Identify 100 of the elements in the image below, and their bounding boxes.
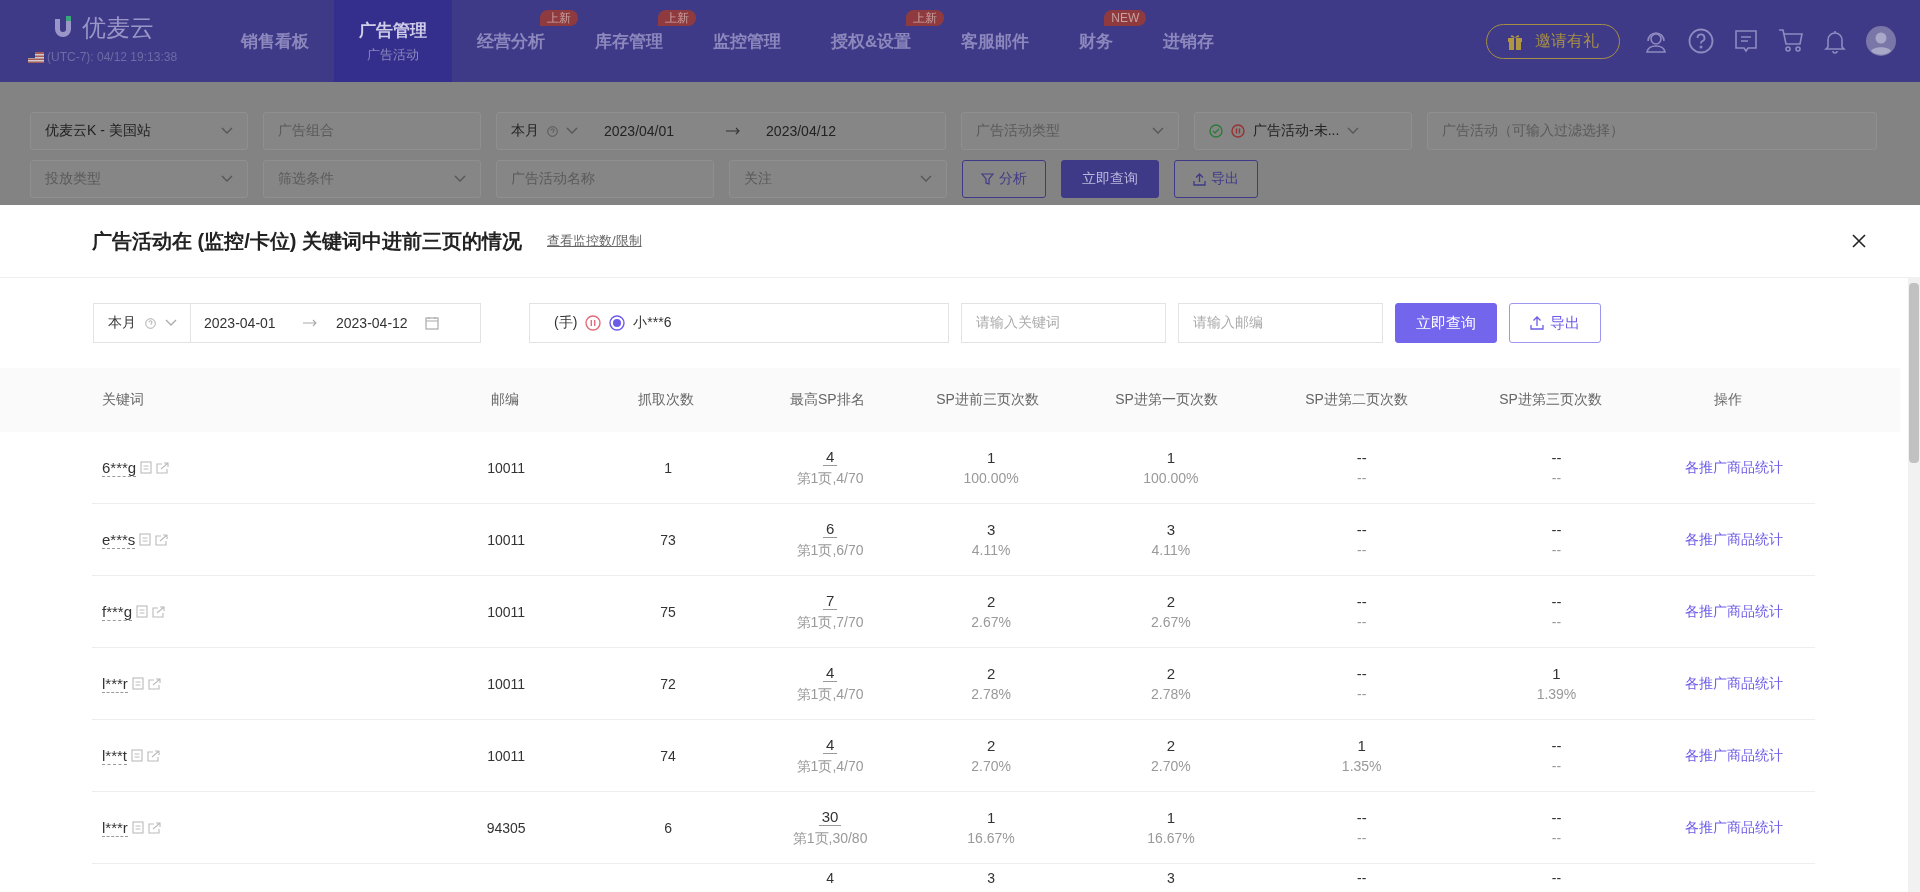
gift-icon (1507, 32, 1523, 50)
percent-value: 2.70% (1151, 758, 1191, 774)
copy-icon[interactable] (131, 821, 144, 834)
close-icon[interactable] (1852, 234, 1866, 248)
count-value: 2 (1166, 593, 1176, 610)
status-select[interactable]: 广告活动-未... (1194, 112, 1412, 150)
count-value: 2 (986, 737, 996, 754)
count-value: -- (1356, 593, 1367, 610)
nav-menu-item[interactable]: 监控管理 (688, 29, 806, 53)
table-cell: 72 (660, 675, 676, 692)
rank-value[interactable]: 4 (826, 870, 834, 886)
keyword-text[interactable]: 6***g (102, 458, 137, 477)
rank-value[interactable]: 4 (822, 735, 838, 754)
rank-detail: 第1页,4/70 (796, 685, 864, 704)
message-icon[interactable] (1734, 28, 1758, 54)
count-value: -- (1551, 809, 1562, 826)
nav-menu-item[interactable]: 进销存 (1138, 29, 1240, 53)
date-range-field[interactable]: 本月 2023/04/01 2023/04/12 (496, 112, 946, 150)
bell-icon[interactable] (1824, 28, 1846, 54)
keyword-text[interactable]: l***r (102, 818, 128, 837)
new-badge: 上新 (540, 10, 578, 26)
keyword-text[interactable]: l***r (102, 674, 128, 693)
column-header: SP进第三页次数 (1498, 391, 1603, 409)
count-value: -- (1551, 521, 1562, 538)
nav-menu-item[interactable]: 授权&设置 (806, 29, 937, 53)
logo-text: 优麦云 (82, 13, 154, 43)
product-stats-link[interactable]: 各推广商品统计 (1685, 674, 1784, 693)
product-stats-link[interactable]: 各推广商品统计 (1685, 818, 1784, 837)
product-stats-link[interactable]: 各推广商品统计 (1685, 530, 1784, 549)
copy-icon[interactable] (139, 533, 152, 546)
chevron-down-icon (221, 175, 233, 183)
percent-value: -- (1551, 830, 1562, 846)
nav-menu-item[interactable]: 广告管理 广告活动 (334, 0, 452, 82)
nav-menu-item[interactable]: 销售看板 (216, 29, 334, 53)
select-field[interactable]: 优麦云K - 美国站 (30, 112, 248, 150)
product-stats-link[interactable]: 各推广商品统计 (1685, 602, 1784, 621)
table-cell: 74 (660, 747, 676, 764)
share-icon[interactable] (156, 461, 170, 474)
analysis-button[interactable]: 分析 (962, 160, 1046, 198)
share-icon[interactable] (155, 533, 169, 546)
rank-value[interactable]: 30 (818, 807, 842, 826)
new-badge: 上新 (658, 10, 696, 26)
product-stats-link[interactable]: 各推广商品统计 (1685, 746, 1784, 765)
percent-value: 2.78% (971, 686, 1011, 702)
nav-menu-item[interactable]: 客服邮件 (936, 29, 1055, 53)
copy-icon[interactable] (136, 605, 149, 618)
copy-icon[interactable] (131, 749, 143, 762)
rank-value[interactable]: 6 (822, 519, 838, 538)
arrow-icon (303, 319, 317, 327)
share-icon[interactable] (147, 749, 160, 762)
keyword-text[interactable]: f***g (102, 602, 133, 621)
modal-title: 广告活动在 (监控/卡位) 关键词中进前三页的情况 (92, 228, 522, 254)
rank-detail: 第1页,4/70 (796, 469, 864, 488)
copy-icon[interactable] (131, 677, 144, 690)
share-icon[interactable] (147, 677, 161, 690)
share-icon[interactable] (152, 605, 166, 618)
column-header: SP进第二页次数 (1304, 391, 1409, 409)
percent-value: 1.35% (1341, 758, 1382, 774)
avatar-icon[interactable] (1866, 26, 1896, 56)
search-button[interactable]: 立即查询 (1061, 160, 1159, 198)
nav-menu-item[interactable]: 库存管理 (570, 29, 688, 53)
flag-icon (28, 51, 44, 63)
rank-value[interactable]: 4 (822, 447, 838, 466)
nav-menu-item[interactable]: 财务 (1054, 29, 1139, 53)
column-header: 邮编 (489, 391, 520, 409)
count-value: 1 (1166, 809, 1176, 826)
nav-menu-item[interactable]: 经营分析 (452, 29, 570, 53)
copy-icon[interactable] (140, 461, 153, 474)
rank-value[interactable]: 4 (822, 663, 838, 682)
keyword-text[interactable]: l***t (102, 746, 127, 765)
percent-value: -- (1551, 614, 1562, 630)
export-button[interactable]: 导出 (1509, 303, 1601, 343)
count-value: 2 (986, 593, 996, 610)
count-value: -- (1356, 665, 1367, 682)
campaign-field[interactable]: (手) 小***6 (529, 303, 949, 343)
keyword-text[interactable]: e***s (102, 530, 136, 549)
percent-value: -- (1551, 758, 1562, 774)
table-cell: 10011 (487, 747, 526, 764)
export-button[interactable]: 导出 (1174, 160, 1258, 198)
rank-detail: 第1页,6/70 (796, 541, 864, 560)
share-icon[interactable] (147, 821, 161, 834)
count-value: -- (1357, 870, 1367, 886)
count-value: 2 (986, 665, 996, 682)
chevron-down-icon (1347, 127, 1360, 135)
rank-value[interactable]: 7 (822, 591, 838, 610)
percent-value: -- (1551, 470, 1562, 486)
cart-icon[interactable] (1778, 28, 1804, 54)
search-button[interactable]: 立即查询 (1395, 303, 1497, 343)
table-cell: 6 (664, 819, 672, 836)
date-range-field[interactable]: 本月 2023-04-01 2023-04-12 (93, 303, 481, 343)
count-value: 3 (987, 870, 995, 886)
help-icon[interactable] (1688, 28, 1714, 54)
count-value: 3 (986, 521, 996, 538)
product-stats-link[interactable]: 各推广商品统计 (1685, 458, 1784, 477)
percent-value: 2.70% (971, 758, 1011, 774)
chevron-down-icon (221, 127, 233, 135)
limits-link[interactable]: 查看监控数/限制 (547, 232, 642, 250)
percent-value: 2.67% (1151, 614, 1191, 630)
check-circle-icon (1209, 124, 1223, 138)
calendar-icon (425, 316, 439, 330)
